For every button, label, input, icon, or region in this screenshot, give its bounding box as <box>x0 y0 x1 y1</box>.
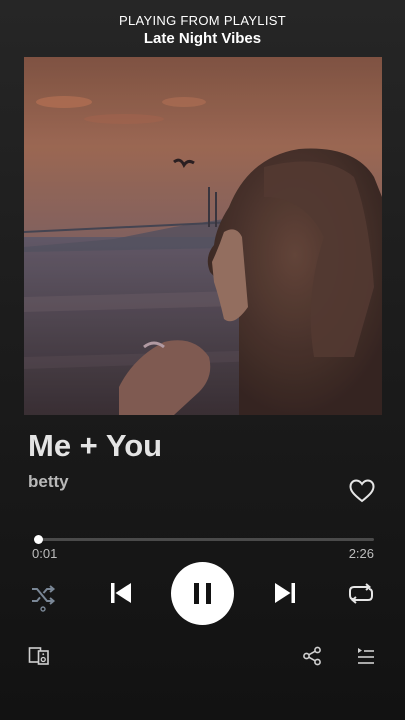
track-artist[interactable]: betty <box>28 472 69 492</box>
share-icon <box>303 646 321 666</box>
playback-progress-bar[interactable] <box>34 535 374 544</box>
progress-thumb[interactable] <box>34 535 44 544</box>
album-cover-art <box>24 57 382 415</box>
repeat-icon <box>349 583 373 604</box>
total-time: 2:26 <box>348 546 374 561</box>
album-cover-image <box>24 57 382 415</box>
connect-devices-icon <box>28 647 49 665</box>
like-button[interactable] <box>348 478 376 504</box>
repeat-button[interactable] <box>348 582 374 606</box>
pause-icon <box>194 583 211 604</box>
pause-button[interactable] <box>171 562 234 625</box>
shuffle-button[interactable] <box>30 582 56 612</box>
connect-devices-button[interactable] <box>28 646 50 666</box>
skip-next-icon <box>275 583 295 603</box>
queue-button[interactable] <box>356 646 375 666</box>
track-title[interactable]: Me + You <box>28 428 162 464</box>
progress-track <box>36 538 374 541</box>
now-playing-screen: PLAYING FROM PLAYLIST Late Night Vibes M… <box>0 0 405 720</box>
shuffle-icon <box>32 585 56 612</box>
heart-outline-icon <box>349 479 375 503</box>
next-track-button[interactable] <box>272 580 298 606</box>
playing-context-header: PLAYING FROM PLAYLIST Late Night Vibes <box>0 12 405 48</box>
previous-track-button[interactable] <box>108 580 134 606</box>
playlist-name[interactable]: Late Night Vibes <box>0 29 405 48</box>
skip-previous-icon <box>111 583 131 603</box>
queue-icon <box>358 648 374 664</box>
elapsed-time: 0:01 <box>32 546 58 561</box>
playing-from-label: PLAYING FROM PLAYLIST <box>119 13 286 28</box>
share-button[interactable] <box>302 646 322 666</box>
